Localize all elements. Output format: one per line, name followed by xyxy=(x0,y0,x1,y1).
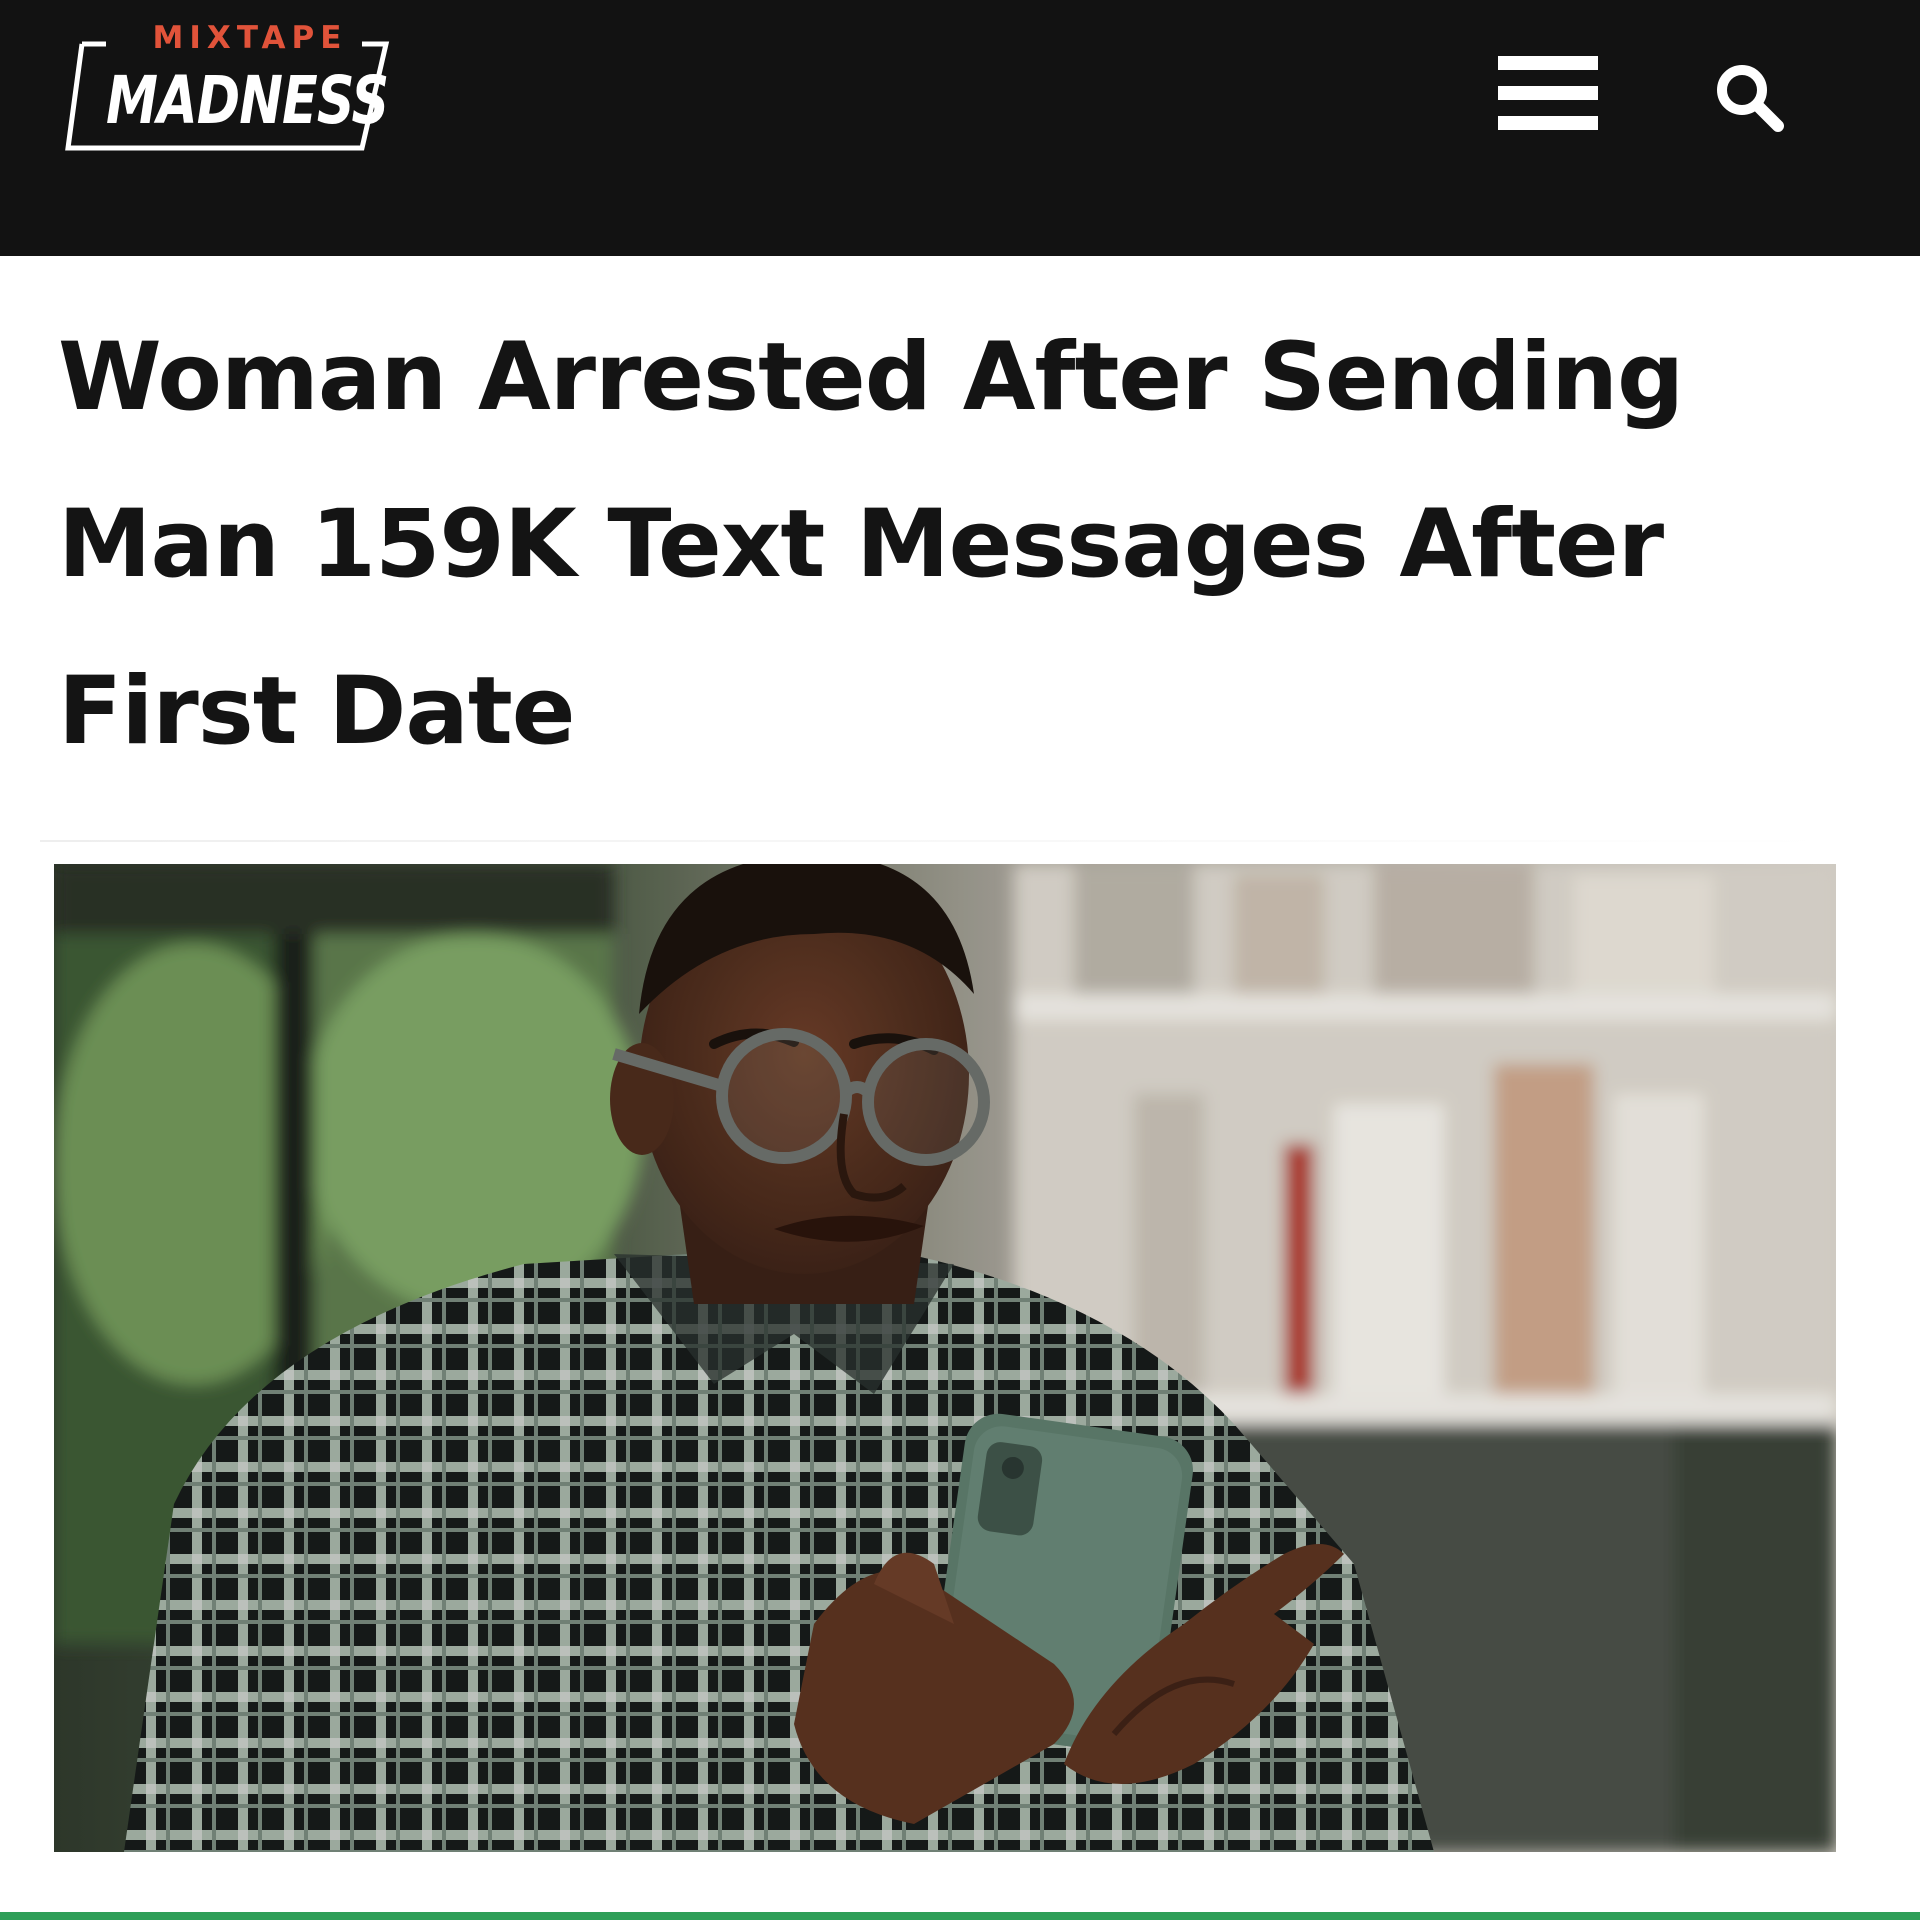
hamburger-bar xyxy=(1498,86,1598,100)
search-button[interactable] xyxy=(1708,56,1794,142)
search-icon xyxy=(1717,65,1784,132)
bottom-accent-bar xyxy=(0,1912,1920,1920)
menu-button[interactable] xyxy=(1492,50,1608,150)
hero-photo xyxy=(54,864,1836,1852)
logo-main-text: MADNESS xyxy=(106,62,389,139)
headline-line: First Date xyxy=(58,657,576,766)
headline-line: Man 159K Text Messages After xyxy=(58,490,1664,599)
logo-top-text: MIXTAPE xyxy=(152,20,348,56)
article-hero-image[interactable] xyxy=(54,864,1836,1852)
hamburger-menu-icon xyxy=(1498,56,1598,70)
hamburger-bar xyxy=(1498,116,1598,130)
headline-line: Woman Arrested After Sending xyxy=(58,323,1684,432)
site-header: MIXTAPE MADNESS xyxy=(0,0,1920,256)
divider xyxy=(40,840,1840,842)
site-logo[interactable]: MIXTAPE MADNESS xyxy=(62,20,402,160)
article-headline[interactable]: Woman Arrested After Sending Man 159K Te… xyxy=(58,294,1858,795)
